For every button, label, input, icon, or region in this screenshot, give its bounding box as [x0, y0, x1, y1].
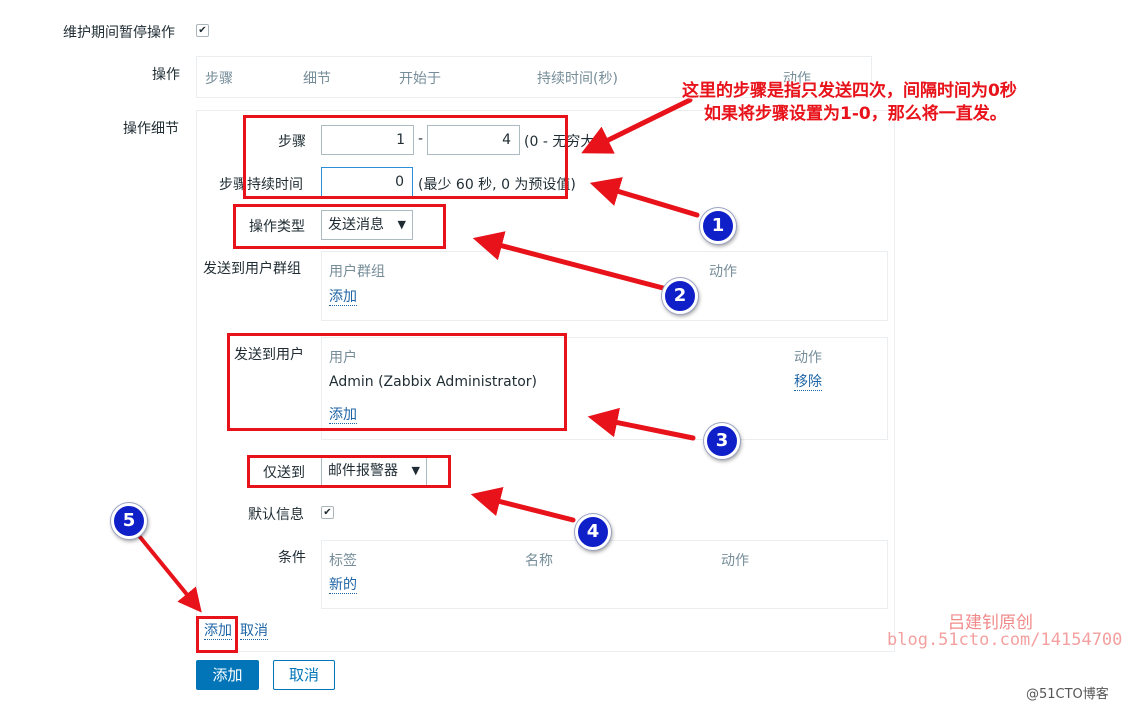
check-icon: ✔: [323, 506, 332, 518]
conditions-header-tag: 标签: [329, 553, 357, 569]
operation-details-label: 操作细节: [123, 121, 179, 137]
annotation-line-1: 这里的步骤是指只发送四次，间隔时间为0秒: [682, 81, 1017, 101]
operations-header-duration: 持续时间(秒): [537, 71, 618, 87]
send-to-groups-table: 用户群组 动作 添加: [321, 251, 888, 321]
highlight-send-only-to-box: [247, 455, 451, 488]
marker-2: 2: [662, 278, 698, 314]
annotation-line-2: 如果将步骤设置为1-0，那么将一直发。: [704, 104, 1007, 124]
operations-header-step: 步骤: [205, 71, 233, 87]
groups-header-group: 用户群组: [329, 264, 385, 280]
conditions-header-action: 动作: [721, 553, 749, 569]
conditions-label: 条件: [278, 550, 306, 566]
conditions-new-link[interactable]: 新的: [329, 577, 357, 594]
watermark-site: @51CTO博客: [1026, 687, 1109, 702]
marker-4: 4: [575, 514, 611, 550]
details-cancel-link[interactable]: 取消: [240, 623, 268, 640]
highlight-add-link-box: [196, 616, 238, 653]
marker-5: 5: [111, 503, 147, 539]
marker-3: 3: [704, 423, 740, 459]
default-message-label: 默认信息: [248, 507, 304, 523]
conditions-header-name: 名称: [525, 553, 553, 569]
highlight-operation-type-box: [233, 204, 446, 249]
users-header-action: 动作: [794, 350, 822, 366]
pause-maintenance-checkbox[interactable]: ✔: [196, 24, 209, 37]
operations-label: 操作: [152, 67, 180, 83]
users-row-remove-link[interactable]: 移除: [794, 374, 822, 391]
highlight-steps-box: [243, 115, 568, 199]
groups-add-link[interactable]: 添加: [329, 289, 357, 306]
watermark-url: blog.51cto.com/14154700: [887, 630, 1123, 650]
highlight-send-to-users-box: [227, 333, 567, 431]
check-icon: ✔: [198, 24, 207, 36]
conditions-table: 标签 名称 动作 新的: [321, 540, 888, 609]
marker-1: 1: [700, 208, 736, 244]
operations-header-start: 开始于: [399, 71, 441, 87]
cancel-button[interactable]: 取消: [273, 660, 335, 690]
add-button[interactable]: 添加: [196, 660, 259, 690]
pause-maintenance-label: 维护期间暂停操作: [63, 25, 175, 41]
arrow-5: [138, 535, 202, 613]
send-to-groups-label: 发送到用户群组: [203, 261, 301, 277]
operations-header-details: 细节: [303, 71, 331, 87]
groups-header-action: 动作: [709, 264, 737, 280]
default-message-checkbox[interactable]: ✔: [321, 506, 334, 519]
